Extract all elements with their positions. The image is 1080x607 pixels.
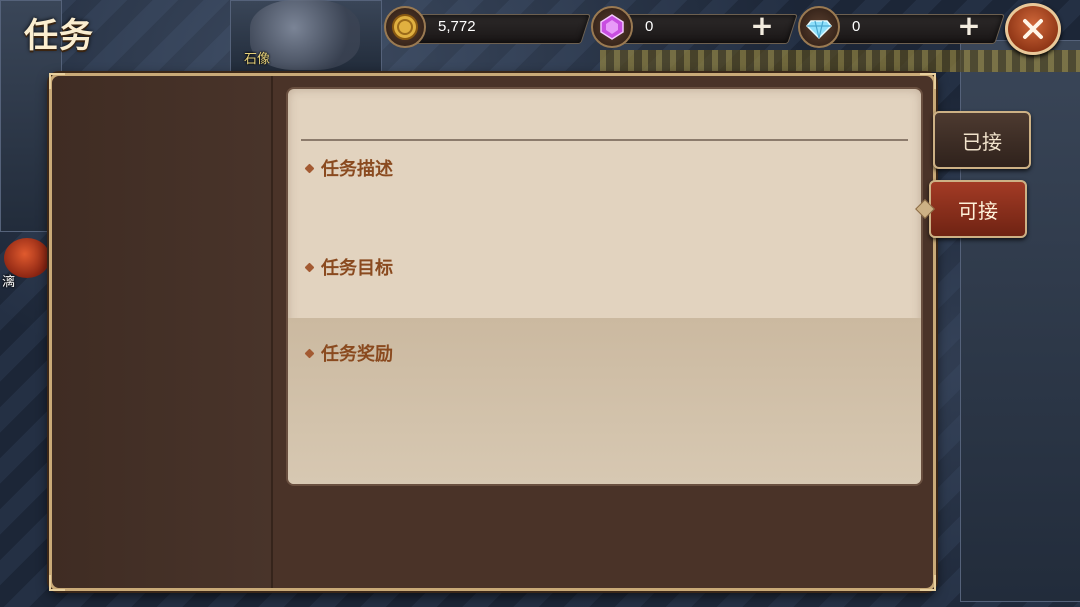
add-diamond-button[interactable]: + [956, 12, 982, 40]
gold-railing [600, 50, 1080, 72]
add-purple-gem-button[interactable]: + [749, 12, 775, 40]
page-title: 任务 [24, 16, 94, 56]
gold-currency: 5,772 [384, 6, 591, 48]
quest-detail-card: 任务描述 任务目标 任务奖励 [288, 89, 921, 484]
objective-section: 任务目标 [304, 254, 393, 280]
panel-corner-ornament [920, 73, 936, 89]
bullet-icon [304, 262, 315, 272]
quest-list[interactable] [52, 76, 273, 588]
bullet-icon [304, 163, 315, 173]
panel-corner-ornament [920, 575, 936, 591]
objective-heading: 任务目标 [321, 258, 393, 279]
close-icon [1023, 19, 1043, 39]
gold-amount: 5,772 [438, 18, 476, 35]
map-label-npc: 漓 [2, 275, 16, 290]
close-button[interactable] [1005, 3, 1061, 55]
quest-panel: 任务描述 任务目标 任务奖励 [49, 73, 936, 591]
gold-coin-icon [384, 6, 426, 48]
description-heading: 任务描述 [321, 159, 393, 180]
map-label-statue: 石像 [244, 52, 271, 67]
reward-section: 任务奖励 [304, 340, 393, 366]
purple-gem-icon [591, 6, 633, 48]
tab-accepted[interactable]: 已接 [933, 111, 1031, 169]
diamond-currency: 0 + [798, 6, 1005, 48]
diamond-icon [798, 6, 840, 48]
diamond-amount: 0 [852, 18, 861, 35]
purple-gem-amount: 0 [645, 18, 654, 35]
title-divider [301, 139, 908, 141]
description-section: 任务描述 [304, 155, 393, 181]
purple-gem-currency: 0 + [591, 6, 798, 48]
tab-available[interactable]: 可接 [929, 180, 1027, 238]
reward-heading: 任务奖励 [321, 344, 393, 365]
bullet-icon [304, 348, 315, 358]
